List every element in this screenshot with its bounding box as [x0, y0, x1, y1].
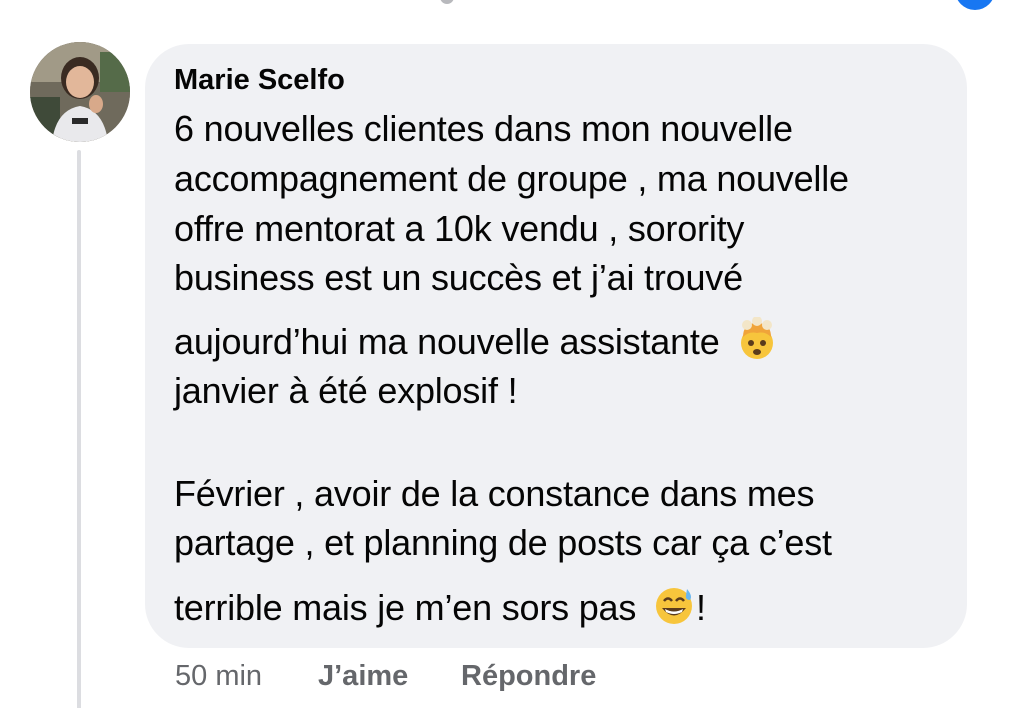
comment-line-text: ! [695, 587, 706, 628]
comment-line-with-emoji: terrible mais je m’en sors pas ! [174, 583, 706, 629]
comment-timestamp: 50 min [175, 660, 263, 692]
cropped-element [440, 0, 454, 4]
comment-line: 6 nouvelles clientes dans mon nouvelle [174, 108, 793, 149]
comment-line: partage , et planning de posts car ça c’… [174, 522, 832, 563]
comment-line: accompagnement de groupe , ma nouvelle [174, 158, 849, 199]
comment-line: Février , avoir de la constance dans mes [174, 473, 815, 514]
thread-line [77, 150, 81, 708]
blue-badge-icon [955, 0, 995, 10]
comment-line: business est un succès et j’ai trouvé [174, 257, 743, 298]
like-button[interactable]: J’aime [318, 660, 408, 693]
comment-line: offre mentorat a 10k vendu , sorority [174, 208, 745, 249]
avatar[interactable] [30, 42, 130, 142]
comment-line-text: terrible mais je m’en sors pas [174, 587, 637, 628]
comment-line-text: aujourd’hui ma nouvelle assistante [174, 321, 720, 362]
reply-button[interactable]: Répondre [461, 660, 596, 693]
comment-line: janvier à été explosif ! [174, 370, 518, 411]
comment-author[interactable]: Marie Scelfo [174, 64, 345, 97]
grinning-sweat-emoji-icon [652, 583, 696, 627]
comment-screen: Marie Scelfo 6 nouvelles clientes dans m… [0, 0, 1024, 708]
comment-line-with-emoji: aujourd’hui ma nouvelle assistante [174, 316, 779, 363]
exploding-head-emoji-icon [735, 316, 779, 361]
